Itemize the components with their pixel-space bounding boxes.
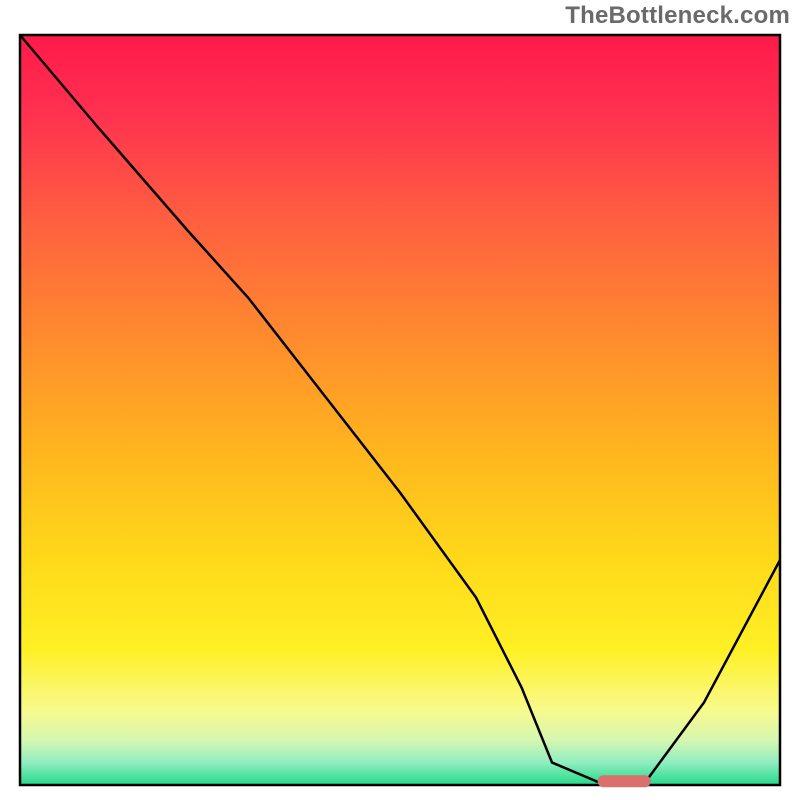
watermark-text: TheBottleneck.com — [565, 2, 790, 30]
chart-container: TheBottleneck.com — [0, 0, 800, 800]
bottleneck-chart — [0, 0, 800, 800]
plot-background — [20, 35, 780, 785]
optimum-marker — [598, 775, 651, 787]
